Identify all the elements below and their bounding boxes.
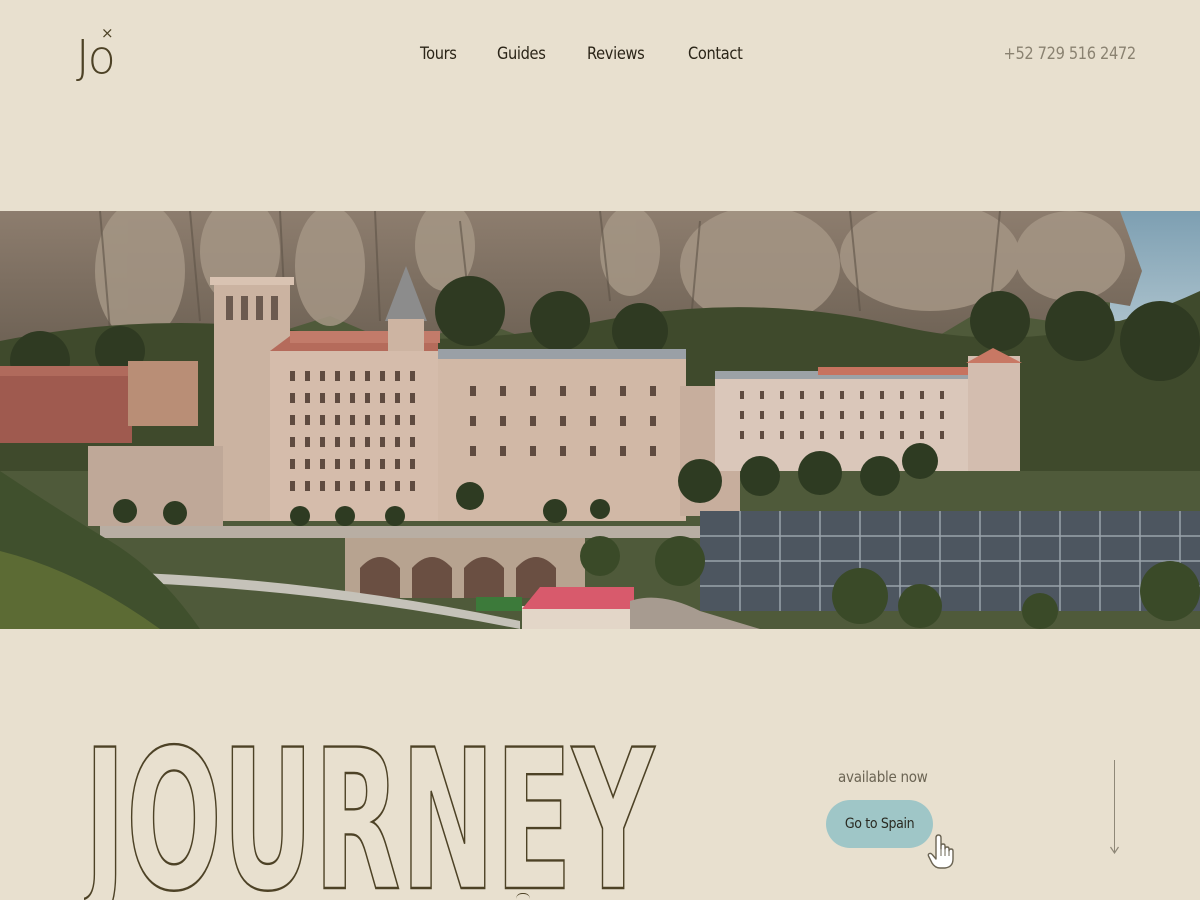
go-to-spain-label: Go to Spain (844, 816, 915, 832)
logo[interactable]: Jo × (76, 26, 126, 85)
go-to-spain-button[interactable]: Go to Spain (826, 800, 933, 848)
nav-guides[interactable]: Guides (497, 44, 546, 64)
hand-pointer-icon (927, 834, 954, 869)
journey-headline-text: JOURNEY (84, 742, 655, 900)
phone-number[interactable]: +52 729 516 2472 (1004, 44, 1137, 64)
nav-tours[interactable]: Tours (420, 44, 457, 64)
journey-headline: JOURNEY (84, 742, 684, 900)
arrow-down-icon[interactable] (1110, 846, 1119, 854)
main-nav: Tours Guides Reviews Contact (420, 44, 751, 64)
headline-subtext-partial (516, 893, 530, 899)
hero-illustration (0, 211, 1200, 629)
site-header: Jo × Tours Guides Reviews Contact +52 72… (0, 0, 1200, 120)
scroll-indicator-line[interactable] (1114, 760, 1115, 852)
nav-reviews[interactable]: Reviews (587, 44, 645, 64)
available-label: available now (838, 768, 928, 786)
hero-image (0, 211, 1200, 629)
logo-mark: × (101, 24, 114, 42)
nav-contact[interactable]: Contact (688, 44, 743, 64)
